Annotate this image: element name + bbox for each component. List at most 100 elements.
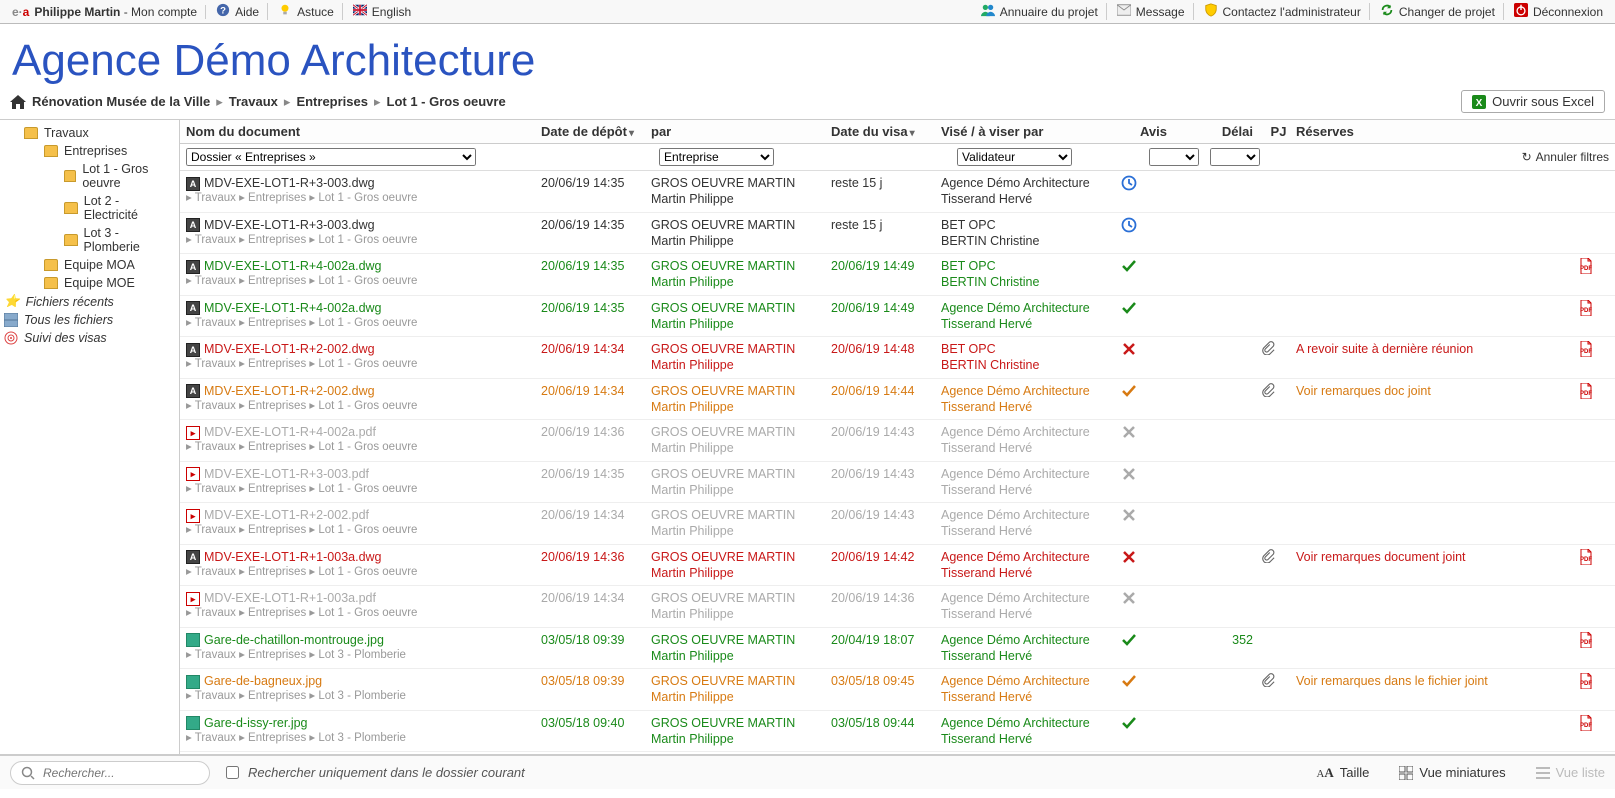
image-file-icon xyxy=(186,633,200,647)
svg-text:PDF: PDF xyxy=(1580,681,1592,687)
sidebar-item-label: Entreprises xyxy=(64,144,127,158)
table-row[interactable]: Gare-de-chatillon-montrouge.jpg▸ Travaux… xyxy=(180,628,1615,670)
tip-link[interactable]: Astuce xyxy=(270,3,343,20)
doc-reserves xyxy=(1296,715,1579,748)
doc-attachment[interactable] xyxy=(1261,341,1296,374)
table-row[interactable]: AMDV-EXE-LOT1-R+3-003.dwg▸ Travaux ▸ Ent… xyxy=(180,213,1615,255)
folder-filter-select[interactable]: Dossier « Entreprises » xyxy=(186,148,476,166)
th-avis[interactable]: Avis xyxy=(1121,124,1186,139)
th-delai[interactable]: Délai xyxy=(1186,124,1261,139)
account-menu[interactable]: e·a Philippe Martin - Mon compte xyxy=(4,5,206,19)
folder-icon xyxy=(44,277,58,289)
doc-attachment[interactable] xyxy=(1261,673,1296,706)
doc-avis xyxy=(1121,300,1186,333)
table-row[interactable]: Gare-de-bagneux.jpg▸ Travaux ▸ Entrepris… xyxy=(180,669,1615,711)
crumb-2[interactable]: Entreprises xyxy=(296,94,368,109)
dwg-file-icon: A xyxy=(186,343,200,357)
sidebar-item[interactable]: Travaux xyxy=(0,124,179,142)
sidebar-item[interactable]: Lot 3 - Plomberie xyxy=(0,224,179,256)
doc-author: GROS OEUVRE MARTINMartin Philippe xyxy=(651,466,831,499)
message-link[interactable]: Message xyxy=(1109,3,1194,20)
doc-attachment[interactable] xyxy=(1261,383,1296,416)
directory-link[interactable]: Annuaire du projet xyxy=(973,3,1107,20)
sidebar-item[interactable]: Lot 1 - Gros oeuvre xyxy=(0,160,179,192)
list-view-button[interactable]: Vue liste xyxy=(1536,765,1605,780)
doc-delai xyxy=(1186,175,1261,208)
sidebar-item-label: Travaux xyxy=(44,126,89,140)
sidebar-item[interactable]: Equipe MOA xyxy=(0,256,179,274)
sidebar-item[interactable]: Entreprises xyxy=(0,142,179,160)
doc-pdf-link[interactable]: PDF xyxy=(1579,383,1609,416)
switch-project-label: Changer de projet xyxy=(1399,5,1495,19)
table-row[interactable]: AMDV-EXE-LOT1-R+2-002.dwg▸ Travaux ▸ Ent… xyxy=(180,379,1615,421)
doc-visapar: BET OPCBERTIN Christine xyxy=(941,341,1121,374)
doc-pdf-link[interactable]: PDF xyxy=(1579,341,1609,374)
crumb-1[interactable]: Travaux xyxy=(229,94,278,109)
avis-filter-select[interactable] xyxy=(1149,148,1199,166)
doc-avis xyxy=(1121,590,1186,623)
table-row[interactable]: AMDV-EXE-LOT1-R+4-002a.dwg▸ Travaux ▸ En… xyxy=(180,296,1615,338)
doc-pdf-link[interactable]: PDF xyxy=(1579,673,1609,706)
table-row[interactable]: AMDV-EXE-LOT1-R+1-003a.dwg▸ Travaux ▸ En… xyxy=(180,545,1615,587)
doc-attachment xyxy=(1261,466,1296,499)
doc-attachment[interactable] xyxy=(1261,549,1296,582)
switch-project-link[interactable]: Changer de projet xyxy=(1372,3,1504,20)
doc-visapar: Agence Démo ArchitectureTisserand Hervé xyxy=(941,300,1121,333)
table-row[interactable]: Gare-d-issy-rer.jpg▸ Travaux ▸ Entrepris… xyxy=(180,711,1615,753)
entreprise-filter-select[interactable]: Entreprise xyxy=(659,148,774,166)
sidebar-item[interactable]: ⭐Fichiers récents xyxy=(0,292,179,311)
doc-avis xyxy=(1121,424,1186,457)
table-row[interactable]: AMDV-EXE-LOT1-R+4-002a.dwg▸ Travaux ▸ En… xyxy=(180,254,1615,296)
doc-path: ▸ Travaux ▸ Entreprises ▸ Lot 3 - Plombe… xyxy=(186,648,541,663)
language-switch[interactable]: English xyxy=(345,3,419,20)
sidebar-item[interactable]: Suivi des visas xyxy=(0,329,179,347)
dwg-file-icon: A xyxy=(186,301,200,315)
delai-filter-select[interactable] xyxy=(1210,148,1260,166)
home-icon[interactable] xyxy=(10,95,26,109)
validateur-filter-select[interactable]: Validateur xyxy=(957,148,1072,166)
th-date[interactable]: Date de dépôt▾ xyxy=(541,124,651,139)
table-row[interactable]: ▸MDV-EXE-LOT1-R+4-002a.pdf▸ Travaux ▸ En… xyxy=(180,420,1615,462)
crumb-0[interactable]: Rénovation Musée de la Ville xyxy=(32,94,210,109)
search-current-folder-checkbox[interactable]: Rechercher uniquement dans le dossier co… xyxy=(222,763,525,782)
reset-filters-button[interactable]: ↻ Annuler filtres xyxy=(1522,150,1609,164)
open-excel-button[interactable]: X Ouvrir sous Excel xyxy=(1461,90,1605,113)
th-visa[interactable]: Date du visa▾ xyxy=(831,124,941,139)
doc-pdf-link[interactable]: PDF xyxy=(1579,715,1609,748)
doc-pdf-link[interactable]: PDF xyxy=(1579,300,1609,333)
doc-delai xyxy=(1186,424,1261,457)
thumbnails-view-button[interactable]: Vue miniatures xyxy=(1399,765,1505,780)
logout-link[interactable]: Déconnexion xyxy=(1506,3,1611,20)
th-name[interactable]: Nom du document xyxy=(186,124,541,139)
logo-icon: e·a xyxy=(12,5,29,19)
table-row[interactable]: ▸MDV-EXE-LOT1-R+1-003a.pdf▸ Travaux ▸ En… xyxy=(180,586,1615,628)
doc-pdf-link[interactable]: PDF xyxy=(1579,549,1609,582)
sidebar-item[interactable]: Equipe MOE xyxy=(0,274,179,292)
contact-admin-link[interactable]: Contactez l'administrateur xyxy=(1196,3,1370,20)
th-par[interactable]: par xyxy=(651,124,831,139)
doc-pdf-link[interactable]: PDF xyxy=(1579,258,1609,291)
sidebar-item[interactable]: Lot 2 - Electricité xyxy=(0,192,179,224)
search-input[interactable] xyxy=(41,765,202,781)
doc-name: AMDV-EXE-LOT1-R+4-002a.dwg xyxy=(186,300,541,316)
table-row[interactable]: AMDV-EXE-LOT1-R+3-003.dwg▸ Travaux ▸ Ent… xyxy=(180,171,1615,213)
dwg-file-icon: A xyxy=(186,218,200,232)
table-row[interactable]: ▸MDV-EXE-LOT1-R+2-002.pdf▸ Travaux ▸ Ent… xyxy=(180,503,1615,545)
crumb-3[interactable]: Lot 1 - Gros oeuvre xyxy=(387,94,506,109)
text-size-button[interactable]: AA Taille xyxy=(1317,765,1370,781)
doc-pdf-link xyxy=(1579,466,1609,499)
table-row[interactable]: AMDV-EXE-LOT1-R+2-002.dwg▸ Travaux ▸ Ent… xyxy=(180,337,1615,379)
th-pj[interactable]: PJ xyxy=(1261,124,1296,139)
table-row[interactable]: ▸MDV-EXE-LOT1-R+3-003.pdf▸ Travaux ▸ Ent… xyxy=(180,462,1615,504)
help-link[interactable]: ? Aide xyxy=(208,3,268,20)
th-visepar[interactable]: Visé / à viser par xyxy=(941,124,1121,139)
sidebar-item[interactable]: Tous les fichiers xyxy=(0,311,179,329)
th-reserves[interactable]: Réserves xyxy=(1296,124,1579,139)
search-box[interactable] xyxy=(10,761,210,785)
doc-author: GROS OEUVRE MARTINMartin Philippe xyxy=(651,258,831,291)
message-label: Message xyxy=(1136,5,1185,19)
doc-date: 03/05/18 09:40 xyxy=(541,715,651,748)
search-current-folder-input[interactable] xyxy=(226,766,239,779)
doc-visapar: Agence Démo ArchitectureTisserand Hervé xyxy=(941,507,1121,540)
doc-pdf-link[interactable]: PDF xyxy=(1579,632,1609,665)
